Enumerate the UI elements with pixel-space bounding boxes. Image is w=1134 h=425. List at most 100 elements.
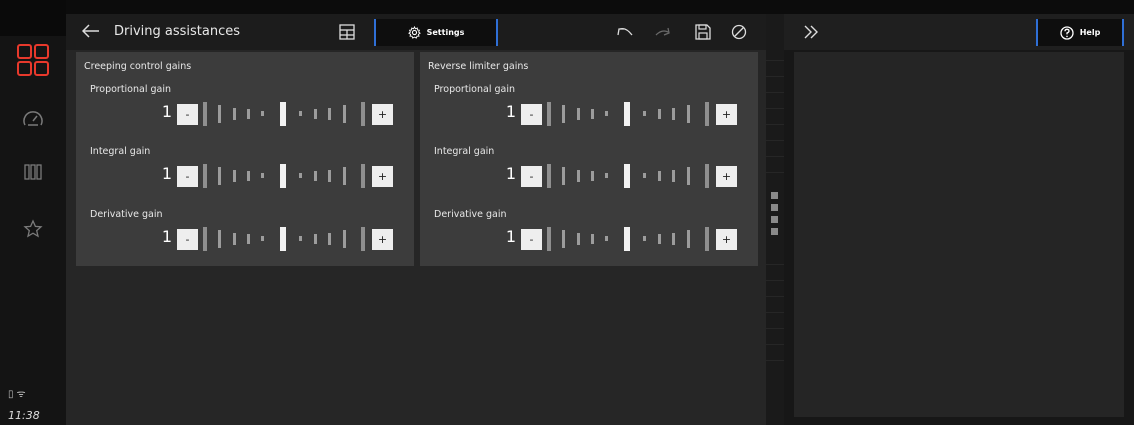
gain-label: Derivative gain <box>90 209 163 220</box>
slider-thumb[interactable] <box>624 164 630 188</box>
slider-tick <box>218 230 221 248</box>
card-title: Reverse limiter gains <box>428 61 529 72</box>
slider-tick <box>547 102 551 126</box>
increase-button[interactable]: + <box>372 166 393 187</box>
apps-grid-icon <box>17 44 49 76</box>
gain-slider-integral[interactable]: 1- + <box>420 164 758 188</box>
slider-tick <box>233 233 236 245</box>
increase-button[interactable]: + <box>716 104 737 125</box>
speedometer-icon <box>23 111 43 126</box>
slider-tick <box>314 234 317 244</box>
increase-button[interactable]: + <box>372 104 393 125</box>
divider-line <box>766 264 784 265</box>
cancel-icon <box>731 24 747 40</box>
gain-slider-proportional[interactable]: 1- + <box>420 102 758 126</box>
tab-settings[interactable]: Settings <box>374 19 498 46</box>
slider-tick <box>672 170 675 182</box>
decrease-button[interactable]: - <box>177 166 198 187</box>
gain-slider-proportional[interactable]: 1- + <box>76 102 414 126</box>
slider-tick <box>605 236 608 241</box>
slider-tick <box>361 227 365 251</box>
panel-divider[interactable] <box>766 14 784 425</box>
redo-button[interactable] <box>652 21 674 43</box>
decrease-button[interactable]: - <box>177 229 198 250</box>
slider-tick <box>658 109 661 119</box>
slider-tick <box>299 111 302 116</box>
increase-button[interactable]: + <box>716 166 737 187</box>
decrease-button[interactable]: - <box>521 229 542 250</box>
slider-tick <box>687 105 690 123</box>
slider-tick <box>203 102 207 126</box>
double-chevron-right-icon <box>804 25 818 39</box>
slider-tick <box>361 164 365 188</box>
increase-button[interactable]: + <box>716 229 737 250</box>
slider-tick <box>591 234 594 244</box>
favorites-button[interactable] <box>0 207 66 251</box>
slider-tick <box>658 171 661 181</box>
top-bar: Driving assistances Settings <box>66 14 766 50</box>
slider-tick <box>605 173 608 178</box>
slider-thumb[interactable] <box>624 102 630 126</box>
gain-slider-derivative[interactable]: 1- + <box>76 227 414 251</box>
help-button[interactable]: Help <box>1036 19 1124 46</box>
decrease-button[interactable]: - <box>521 104 542 125</box>
columns-icon <box>24 164 42 180</box>
increase-button[interactable]: + <box>372 229 393 250</box>
slider-tick <box>247 234 250 244</box>
help-label: Help <box>1079 28 1101 37</box>
slider-tick <box>299 236 302 241</box>
table-view-button[interactable] <box>336 21 358 43</box>
slider-tick <box>705 102 709 126</box>
apps-grid-button[interactable] <box>0 38 66 82</box>
gain-value: 1 <box>161 227 172 246</box>
slider-thumb[interactable] <box>280 164 286 188</box>
slider-tick <box>314 109 317 119</box>
save-button[interactable] <box>692 21 714 43</box>
slider-tick <box>261 111 264 116</box>
slider-tick <box>547 164 551 188</box>
back-button[interactable] <box>80 20 102 42</box>
slider-tick <box>672 233 675 245</box>
slider-tick <box>562 167 565 185</box>
slider-tick <box>672 108 675 120</box>
slider-tick <box>643 236 646 241</box>
expand-panel-button[interactable] <box>800 21 822 43</box>
divider-line <box>766 172 784 173</box>
drag-handle-icon <box>771 216 778 223</box>
slider-thumb[interactable] <box>280 227 286 251</box>
gain-slider-integral[interactable]: 1- + <box>76 164 414 188</box>
slider-thumb[interactable] <box>624 227 630 251</box>
creeping-control-card: Creeping control gains Proportional gain… <box>76 52 414 266</box>
divider-line <box>766 156 784 157</box>
decrease-button[interactable]: - <box>177 104 198 125</box>
decrease-button[interactable]: - <box>521 166 542 187</box>
slider-tick <box>658 234 661 244</box>
gain-label: Derivative gain <box>434 209 507 220</box>
slider-tick <box>261 173 264 178</box>
slider-tick <box>577 233 580 245</box>
divider-line <box>766 108 784 109</box>
slider-tick <box>577 108 580 120</box>
page-title: Driving assistances <box>114 24 241 39</box>
divider-line <box>766 60 784 61</box>
slider-tick <box>203 227 207 251</box>
help-content <box>794 52 1124 417</box>
slider-tick <box>643 173 646 178</box>
gain-slider-derivative[interactable]: 1- + <box>420 227 758 251</box>
dashboard-button[interactable] <box>0 97 66 141</box>
cancel-button[interactable] <box>728 21 750 43</box>
slider-tick <box>233 170 236 182</box>
slider-thumb[interactable] <box>280 102 286 126</box>
columns-button[interactable] <box>0 150 66 194</box>
table-icon <box>339 24 355 40</box>
undo-button[interactable] <box>614 21 636 43</box>
drag-handle-icon <box>771 228 778 235</box>
slider-tick <box>577 170 580 182</box>
slider-tick <box>562 230 565 248</box>
drag-handle-icon <box>771 192 778 199</box>
gain-label: Proportional gain <box>434 84 516 95</box>
reverse-limiter-card: Reverse limiter gains Proportional gain … <box>420 52 758 266</box>
redo-icon <box>655 27 670 36</box>
save-icon <box>695 24 711 40</box>
help-top-bar: Help <box>784 14 1134 50</box>
